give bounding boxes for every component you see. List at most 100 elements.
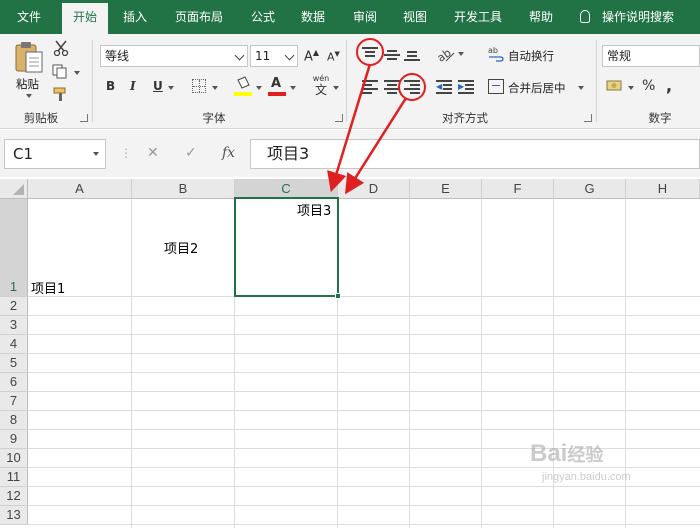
phonetic-bottom-label: 文 [314, 83, 327, 97]
row-header-7[interactable]: 7 [0, 392, 28, 411]
left-align-icon[interactable] [362, 80, 378, 94]
column-header-a[interactable]: A [28, 179, 132, 199]
phonetic-dropdown-icon[interactable] [333, 86, 339, 90]
tab-formulas[interactable]: 公式 [240, 0, 286, 34]
underline-button[interactable]: U [153, 79, 163, 93]
fill-color-dropdown-icon[interactable] [256, 86, 262, 90]
font-size-combo[interactable]: 11 [250, 45, 298, 67]
worksheet-grid: A B C D E F G H 1 2 3 4 5 6 7 8 9 10 11 … [0, 177, 700, 528]
font-color-dropdown-icon[interactable] [290, 86, 296, 90]
tab-file[interactable]: 文件 [0, 0, 58, 34]
formula-input[interactable]: 项目3 [250, 139, 700, 169]
font-group-label: 字体 [202, 111, 226, 125]
column-header-f[interactable]: F [482, 179, 554, 199]
row-header-4[interactable]: 4 [0, 335, 28, 354]
column-header-e[interactable]: E [410, 179, 482, 199]
column-header-h[interactable]: H [626, 179, 700, 199]
paste-dropdown-icon[interactable] [26, 94, 32, 98]
wrap-text-label[interactable]: 自动换行 [508, 48, 554, 64]
fill-color-icon[interactable] [234, 76, 252, 98]
paste-icon[interactable] [14, 40, 44, 74]
phonetic-icon[interactable]: wén 文 [310, 74, 332, 98]
bottom-align-icon[interactable] [404, 47, 420, 61]
row-header-1[interactable]: 1 [0, 199, 28, 297]
middle-align-icon[interactable] [384, 47, 400, 61]
row-header-5[interactable]: 5 [0, 354, 28, 373]
watermark-logo: Bai经验 [530, 440, 603, 468]
select-all-button[interactable] [0, 179, 28, 199]
svg-text:ab: ab [488, 46, 498, 55]
tab-page-layout[interactable]: 页面布局 [164, 0, 234, 34]
border-icon[interactable] [192, 79, 206, 93]
gridline [28, 524, 700, 525]
gridline [28, 429, 700, 430]
tell-me-search[interactable]: 操作说明搜索 [580, 0, 674, 34]
row-header-2[interactable]: 2 [0, 297, 28, 316]
insert-function-icon[interactable]: fx [222, 145, 235, 161]
row-header-12[interactable]: 12 [0, 487, 28, 506]
tab-help[interactable]: 帮助 [518, 0, 564, 34]
gridline [28, 486, 700, 487]
tab-review[interactable]: 审阅 [342, 0, 388, 34]
lightbulb-icon [580, 10, 590, 23]
italic-button[interactable]: I [130, 79, 136, 93]
number-format-combo[interactable]: 常规 [602, 45, 700, 67]
merge-center-icon[interactable] [488, 79, 504, 94]
cell-b1[interactable]: 项目2 [164, 238, 198, 257]
font-name-combo[interactable]: 等线 [100, 45, 248, 67]
tab-developer[interactable]: 开发工具 [444, 0, 512, 34]
row-header-13[interactable]: 13 [0, 506, 28, 525]
currency-dropdown-icon[interactable] [628, 86, 634, 90]
svg-text:ab: ab [436, 46, 454, 63]
row-header-10[interactable]: 10 [0, 449, 28, 468]
underline-dropdown-icon[interactable] [168, 86, 174, 90]
tab-insert[interactable]: 插入 [112, 0, 158, 34]
grow-font-button[interactable]: A▲ [304, 48, 319, 64]
row-header-8[interactable]: 8 [0, 411, 28, 430]
column-header-c[interactable]: C [235, 179, 338, 199]
enter-icon[interactable]: ✓ [185, 145, 197, 161]
merge-center-label[interactable]: 合并后居中 [508, 80, 566, 96]
cancel-icon[interactable]: ✕ [147, 145, 159, 161]
merge-center-dropdown-icon[interactable] [578, 86, 584, 90]
shrink-font-button[interactable]: A▼ [327, 50, 340, 64]
column-header-b[interactable]: B [132, 179, 235, 199]
row-header-11[interactable]: 11 [0, 468, 28, 487]
clipboard-launcher-icon[interactable] [80, 114, 88, 122]
row-header-6[interactable]: 6 [0, 373, 28, 392]
annotation-circle-right-align [398, 73, 426, 101]
format-painter-icon[interactable] [52, 86, 70, 102]
comma-style-button[interactable]: , [666, 76, 672, 95]
currency-icon[interactable] [606, 78, 624, 94]
tab-data[interactable]: 数据 [290, 0, 336, 34]
increase-indent-icon[interactable]: ▶ [458, 80, 474, 94]
orientation-dropdown-icon[interactable] [458, 52, 464, 56]
cell-a1[interactable]: 项目1 [31, 278, 65, 297]
paste-label[interactable]: 粘贴 [16, 76, 39, 92]
cut-icon[interactable] [52, 40, 70, 57]
name-box[interactable]: C1 [4, 139, 106, 169]
tab-home[interactable]: 开始 [62, 3, 108, 34]
border-dropdown-icon[interactable] [212, 86, 218, 90]
gridline [28, 372, 700, 373]
row-header-9[interactable]: 9 [0, 430, 28, 449]
font-color-icon[interactable]: A [268, 76, 286, 98]
fill-handle[interactable] [335, 293, 341, 299]
row-header-3[interactable]: 3 [0, 316, 28, 335]
bold-button[interactable]: B [106, 79, 115, 93]
column-header-g[interactable]: G [554, 179, 626, 199]
wrap-text-icon[interactable]: ab [488, 46, 504, 62]
name-box-value: C1 [13, 145, 34, 163]
alignment-launcher-icon[interactable] [584, 114, 592, 122]
font-launcher-icon[interactable] [335, 114, 343, 122]
column-header-d[interactable]: D [338, 179, 410, 199]
decrease-indent-icon[interactable]: ◀ [436, 80, 452, 94]
copy-dropdown-icon[interactable] [74, 71, 80, 75]
tab-view[interactable]: 视图 [392, 0, 438, 34]
gridline [28, 334, 700, 335]
ribbon-home: 粘贴 剪贴板 等线 11 A▲ A▼ B I U A wén 文 字体 ab ◀… [0, 34, 700, 129]
orientation-icon[interactable]: ab [435, 45, 456, 65]
percent-button[interactable]: % [642, 78, 655, 94]
copy-icon[interactable] [52, 64, 70, 80]
formula-bar-splitter[interactable]: ⋮ [120, 146, 132, 160]
